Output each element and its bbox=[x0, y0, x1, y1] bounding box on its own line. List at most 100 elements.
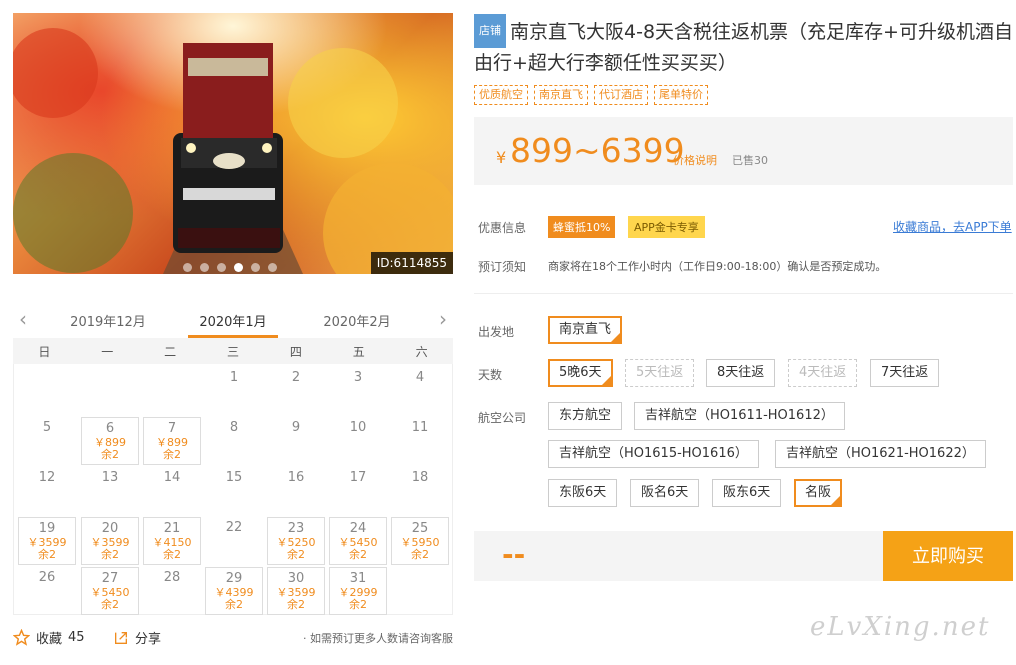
share-label: 分享 bbox=[135, 632, 162, 647]
calendar-day[interactable]: 25 ￥5950 余2 bbox=[391, 517, 449, 565]
currency-symbol: ¥ bbox=[496, 148, 507, 167]
month-tab-next[interactable]: 2020年2月 bbox=[307, 311, 407, 330]
month-tab-current[interactable]: 2020年1月 bbox=[183, 311, 283, 330]
carousel-dot[interactable] bbox=[234, 263, 243, 272]
day-number: 6 bbox=[105, 421, 115, 436]
day-number: 4 bbox=[415, 370, 425, 385]
day-stock: 余2 bbox=[101, 448, 119, 461]
shop-badge[interactable]: 店铺 bbox=[474, 14, 506, 48]
calendar-day[interactable]: 23 ￥5250 余2 bbox=[267, 517, 325, 565]
day-stock: 余2 bbox=[349, 598, 367, 611]
option-days[interactable]: 8天往返 bbox=[706, 359, 776, 387]
option-airline[interactable]: 吉祥航空（HO1615-HO1616） bbox=[548, 440, 759, 468]
day-stock: 余2 bbox=[287, 548, 305, 561]
calendar-day[interactable]: 30 ￥3599 余2 bbox=[267, 567, 325, 615]
section-divider bbox=[474, 293, 1013, 294]
option-airline[interactable]: 阪东6天 bbox=[712, 479, 782, 507]
buy-now-button[interactable]: 立即购买 bbox=[883, 531, 1013, 581]
calendar-day[interactable]: 27 ￥5450 余2 bbox=[81, 567, 139, 615]
calendar-day[interactable]: 6 ￥899 余2 bbox=[81, 417, 139, 465]
day-number: 31 bbox=[349, 571, 367, 586]
day-number: 13 bbox=[101, 470, 119, 485]
calendar-day: 16 bbox=[267, 467, 325, 515]
day-number: 10 bbox=[349, 420, 367, 435]
weekday-label: 六 bbox=[415, 344, 428, 359]
departure-label: 出发地 bbox=[478, 325, 515, 339]
day-number: 24 bbox=[349, 521, 367, 536]
calendar-day[interactable]: 19 ￥3599 余2 bbox=[18, 517, 76, 565]
month-tab-prev[interactable]: 2019年12月 bbox=[58, 311, 158, 330]
option-airline[interactable]: 东阪6天 bbox=[548, 479, 618, 507]
weekday-header: 日 一 二 三 四 五 六 bbox=[13, 338, 453, 364]
calendar-day: 11 bbox=[391, 417, 449, 465]
favorite-app-link[interactable]: 收藏商品，去APP下单 bbox=[893, 218, 1012, 235]
favorite-label: 收藏 bbox=[36, 632, 63, 647]
day-number: 25 bbox=[411, 521, 429, 536]
option-days[interactable]: 5天往返 bbox=[625, 359, 695, 387]
carousel-dot[interactable] bbox=[183, 263, 192, 272]
option-days[interactable]: 5晚6天 bbox=[548, 359, 613, 387]
product-tag: 尾单特价 bbox=[654, 85, 708, 105]
day-stock: 余2 bbox=[349, 548, 367, 561]
option-days[interactable]: 7天往返 bbox=[870, 359, 940, 387]
day-number: 18 bbox=[411, 470, 429, 485]
month-active-underline bbox=[188, 335, 278, 338]
product-tags: 优质航空 南京直飞 代订酒店 尾单特价 bbox=[474, 85, 708, 105]
day-number: 23 bbox=[287, 521, 305, 536]
price-note-link[interactable]: 价格说明 bbox=[673, 152, 717, 168]
hero-image[interactable]: ID:6114855 bbox=[13, 13, 453, 274]
calendar-day[interactable]: 7 ￥899 余2 bbox=[143, 417, 201, 465]
calendar-day: 9 bbox=[267, 417, 325, 465]
carousel-dot[interactable] bbox=[251, 263, 260, 272]
calendar-day: 5 bbox=[18, 417, 76, 465]
promo-badge-app-gold: APP金卡专享 bbox=[628, 216, 705, 238]
day-stock: 余2 bbox=[101, 598, 119, 611]
favorite-button[interactable]: 收藏 45 bbox=[13, 628, 85, 647]
option-airline[interactable]: 吉祥航空（HO1611-HO1612） bbox=[634, 402, 845, 430]
calendar-day: 28 bbox=[143, 567, 201, 615]
calendar-day[interactable]: 29 ￥4399 余2 bbox=[205, 567, 263, 615]
prev-month-chevron-icon[interactable]: ‹ bbox=[19, 307, 27, 331]
option-airline[interactable]: 阪名6天 bbox=[630, 479, 700, 507]
option-airline[interactable]: 吉祥航空（HO1621-HO1622） bbox=[775, 440, 986, 468]
day-stock: 余2 bbox=[225, 598, 243, 611]
day-number: 30 bbox=[287, 571, 305, 586]
option-airline[interactable]: 名阪 bbox=[794, 479, 843, 507]
calendar-day: 4 bbox=[391, 367, 449, 415]
weekday-label: 二 bbox=[164, 344, 177, 359]
star-icon bbox=[13, 629, 30, 646]
train-photo bbox=[13, 13, 453, 274]
calendar-day: 3 bbox=[329, 367, 387, 415]
calendar-day: 15 bbox=[205, 467, 263, 515]
share-icon bbox=[115, 631, 127, 644]
image-id-label: ID:6114855 bbox=[370, 252, 453, 274]
carousel-dot[interactable] bbox=[217, 263, 226, 272]
promo-label: 优惠信息 bbox=[478, 221, 527, 235]
option-departure[interactable]: 南京直飞 bbox=[548, 316, 623, 344]
calendar-day[interactable]: 24 ￥5450 余2 bbox=[329, 517, 387, 565]
next-month-chevron-icon[interactable]: › bbox=[439, 307, 447, 331]
day-stock: 余2 bbox=[163, 448, 181, 461]
calendar-day[interactable]: 21 ￥4150 余2 bbox=[143, 517, 201, 565]
day-number: 2 bbox=[291, 370, 301, 385]
carousel-dot[interactable] bbox=[268, 263, 277, 272]
day-number: 19 bbox=[38, 521, 56, 536]
day-number: 20 bbox=[101, 521, 119, 536]
carousel-dot[interactable] bbox=[200, 263, 209, 272]
price-range: 899~6399 bbox=[510, 131, 685, 170]
calendar-day[interactable]: 31 ￥2999 余2 bbox=[329, 567, 387, 615]
product-title: 店铺 南京直飞大阪4-8天含税往返机票（充足库存+可升级机酒自由行+超大行李额任性… bbox=[474, 14, 1014, 78]
calendar-day: 26 bbox=[18, 567, 76, 615]
calendar-day[interactable]: 20 ￥3599 余2 bbox=[81, 517, 139, 565]
calendar-day: 17 bbox=[329, 467, 387, 515]
share-button[interactable]: 分享 bbox=[113, 628, 161, 647]
day-number: 3 bbox=[353, 370, 363, 385]
day-stock: 余2 bbox=[287, 598, 305, 611]
day-stock: 余2 bbox=[101, 548, 119, 561]
watermark: eLvXing.net bbox=[810, 612, 991, 642]
option-airline[interactable]: 东方航空 bbox=[548, 402, 623, 430]
option-days[interactable]: 4天往返 bbox=[788, 359, 858, 387]
calendar-day: 22 bbox=[205, 517, 263, 565]
notice-label: 预订须知 bbox=[478, 260, 527, 274]
weekday-label: 一 bbox=[101, 344, 114, 359]
